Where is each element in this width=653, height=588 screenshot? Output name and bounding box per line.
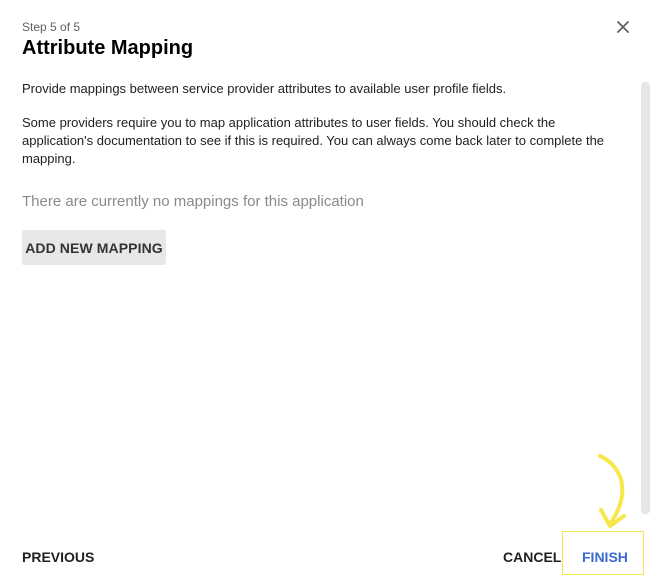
attribute-mapping-dialog: Step 5 of 5 Attribute Mapping Provide ma… — [0, 0, 653, 588]
empty-mappings-message: There are currently no mappings for this… — [22, 193, 364, 210]
description-text: Provide mappings between service provide… — [22, 81, 507, 96]
step-indicator: Step 5 of 5 — [22, 20, 81, 34]
scrollbar[interactable] — [641, 82, 650, 514]
description-detail-text: Some providers require you to map applic… — [22, 115, 605, 166]
close-button[interactable] — [612, 16, 634, 38]
previous-button[interactable]: PREVIOUS — [22, 544, 94, 570]
cancel-button[interactable]: CANCEL — [503, 544, 561, 570]
close-icon — [617, 21, 629, 33]
annotation-arrow-icon — [598, 454, 626, 528]
dialog-title: Attribute Mapping — [22, 37, 194, 59]
add-new-mapping-button[interactable]: ADD NEW MAPPING — [22, 230, 166, 265]
finish-button[interactable]: FINISH — [582, 544, 628, 570]
